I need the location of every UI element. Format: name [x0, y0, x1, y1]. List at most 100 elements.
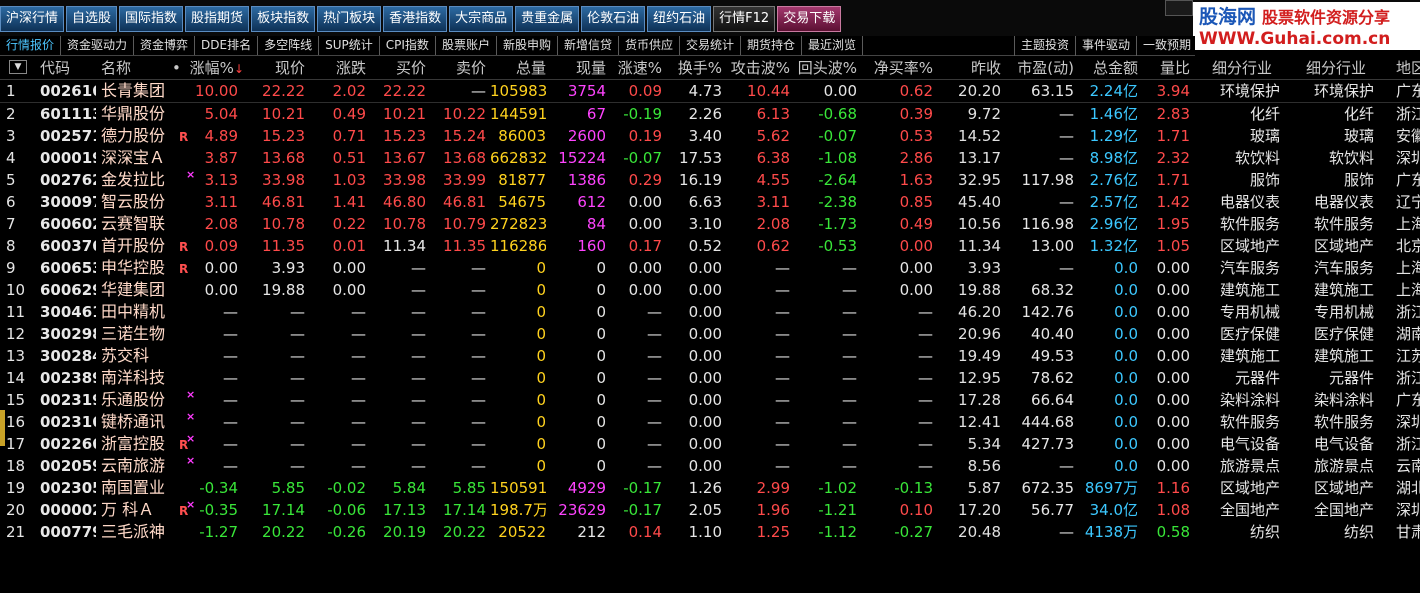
toolbar-button[interactable]: 伦敦石油 — [581, 6, 646, 32]
cell-code[interactable]: 601113 — [40, 103, 96, 125]
tab-item[interactable]: 交易统计 — [680, 36, 742, 55]
table-row[interactable]: 12 300298三诺生物 — — — — — 0 0 — 0.00 — — — 20.96 40.40 0.0… — [0, 323, 1420, 345]
table-row[interactable]: 3002571德力股份R4.8915.230.7115.2315.2486003… — [0, 125, 1420, 147]
table-row[interactable]: 5002762金发拉比×3.1333.981.0333.9833.9981877… — [0, 169, 1420, 191]
cell-code[interactable]: 300461 — [40, 301, 96, 323]
toolbar-button[interactable]: 香港指数 — [383, 6, 448, 32]
side-panel-handle[interactable] — [0, 410, 5, 446]
table-row[interactable]: 13300284苏交科—————00—0.00———19.4949.530.00… — [0, 345, 1420, 367]
cell-name[interactable]: 浙富控股 — [101, 433, 171, 455]
cell-name[interactable]: 长青集团 — [101, 80, 171, 102]
table-row[interactable]: 19002305南国置业-0.345.85-0.025.845.85150591… — [0, 477, 1420, 499]
toolbar-button[interactable]: 大宗商品 — [449, 6, 514, 32]
cell-code[interactable]: 600602 — [40, 213, 96, 235]
cell-code[interactable]: 300097 — [40, 191, 96, 213]
cell-name[interactable]: 云南旅游 — [101, 455, 171, 477]
tab-item[interactable]: 期货持仓 — [741, 36, 803, 55]
column-header[interactable]: • — [172, 57, 184, 79]
table-row[interactable]: 9600653申华控股R0.003.930.00——000.000.00——0.… — [0, 257, 1420, 279]
cell-name[interactable]: 深深宝Ａ — [101, 147, 171, 169]
cell-code[interactable]: 002616 — [40, 80, 96, 102]
cell-code[interactable]: 000019 — [40, 147, 96, 169]
table-row[interactable]: 15002319乐通股份×—————00—0.00———17.2866.640.… — [0, 389, 1420, 411]
cell-code[interactable]: 300298 — [40, 323, 96, 345]
cell-name[interactable]: 德力股份 — [101, 125, 171, 147]
cell-name[interactable]: 键桥通讯 — [101, 411, 171, 433]
table-row[interactable]: 6 300097智云股份 3.11 46.81 1.41 46.80 46.81 54675 6… — [0, 191, 1420, 213]
cell-code[interactable]: 002266 — [40, 433, 96, 455]
column-header[interactable]: 代码 — [40, 57, 96, 79]
cell-name[interactable]: 万 科Ａ — [101, 499, 171, 521]
cell-name[interactable]: 华建集团 — [101, 279, 171, 301]
column-header[interactable]: 市盈(动) — [1006, 57, 1074, 79]
column-header[interactable]: 地区 — [1396, 57, 1420, 79]
cell-code[interactable]: 002059 — [40, 455, 96, 477]
toolbar-button[interactable]: 沪深行情 — [0, 6, 65, 32]
tab-item-right[interactable]: 一致预期 — [1136, 36, 1197, 56]
cell-code[interactable]: 600629 — [40, 279, 96, 301]
toolbar-button[interactable]: 纽约石油 — [647, 6, 712, 32]
column-header[interactable]: 换手% — [668, 57, 722, 79]
tab-item-right[interactable]: 主题投资 — [1014, 36, 1075, 56]
cell-code[interactable]: 002571 — [40, 125, 96, 147]
cell-name[interactable]: 田中精机 — [101, 301, 171, 323]
table-row[interactable]: 8600376首开股份R0.0911.350.0111.3411.3511628… — [0, 235, 1420, 257]
table-row[interactable]: 20000002万 科ＡR×-0.3517.14-0.0617.1317.141… — [0, 499, 1420, 521]
tab-item[interactable]: 行情报价 — [0, 36, 62, 55]
toolbar-button[interactable]: 交易下载 — [777, 6, 842, 32]
tab-item[interactable]: 货币供应 — [619, 36, 680, 55]
cell-code[interactable]: 002305 — [40, 477, 96, 499]
cell-name[interactable]: 乐通股份 — [101, 389, 171, 411]
tab-item[interactable]: DDE排名 — [195, 36, 259, 55]
cell-name[interactable]: 三诺生物 — [101, 323, 171, 345]
cell-name[interactable]: 三毛派神 — [101, 521, 171, 543]
cell-code[interactable]: 002316 — [40, 411, 96, 433]
table-row[interactable]: 10 600629华建集团 0.00 19.88 0.00 — — 0 0 0.00 0.00 — — 0… — [0, 279, 1420, 301]
toolbar-button[interactable]: 板块指数 — [251, 6, 316, 32]
toolbar-button[interactable]: 国际指数 — [119, 6, 184, 32]
table-row[interactable]: 14 002389南洋科技 — — — — — 0 0 — 0.00 — — — 12.95 78.62 0.0… — [0, 367, 1420, 389]
cell-code[interactable]: 002762 — [40, 169, 96, 191]
table-row[interactable]: 16002316键桥通讯×—————00—0.00———12.41444.680… — [0, 411, 1420, 433]
cell-code[interactable]: 600653 — [40, 257, 96, 279]
column-header[interactable]: 现量 — [550, 57, 606, 79]
cell-code[interactable]: 000779 — [40, 521, 96, 543]
table-row[interactable]: 11 300461田中精机 — — — — — 0 0 — 0.00 — — — 46.20 142.76 0.… — [0, 301, 1420, 323]
cell-name[interactable]: 南洋科技 — [101, 367, 171, 389]
column-header[interactable]: 名称 — [101, 57, 171, 79]
table-row[interactable]: 7 600602云赛智联 2.08 10.78 0.22 10.78 10.79272823… — [0, 213, 1420, 235]
column-header[interactable]: 细分行业 — [1306, 57, 1390, 79]
column-header[interactable]: 净买率% — [865, 57, 933, 79]
cell-name[interactable]: 云赛智联 — [101, 213, 171, 235]
tab-item[interactable]: CPI指数 — [380, 36, 436, 55]
window-control[interactable] — [1165, 0, 1193, 16]
column-header[interactable]: 涨速% — [612, 57, 662, 79]
column-header[interactable]: 现价 — [245, 57, 305, 79]
cell-name[interactable]: 智云股份 — [101, 191, 171, 213]
cell-name[interactable]: 金发拉比 — [101, 169, 171, 191]
toolbar-button[interactable]: 贵重金属 — [515, 6, 580, 32]
tab-item[interactable]: 股票账户 — [436, 36, 497, 55]
toolbar-button[interactable]: 行情F12 — [713, 6, 776, 32]
cell-code[interactable]: 600376 — [40, 235, 96, 257]
tab-item[interactable]: 资金驱动力 — [61, 36, 135, 55]
column-header[interactable]: 买价 — [370, 57, 426, 79]
table-row[interactable]: 21 000779三毛派神 -1.27 20.22 -0.26 20.19 20.22 205… — [0, 521, 1420, 543]
cell-name[interactable]: 南国置业 — [101, 477, 171, 499]
column-header[interactable]: 总量 — [490, 57, 546, 79]
column-header[interactable]: 回头波% — [795, 57, 857, 79]
toolbar-button[interactable]: 热门板块 — [317, 6, 382, 32]
toolbar-button[interactable]: 自选股 — [66, 6, 118, 32]
column-header[interactable]: 量比 — [1140, 57, 1190, 79]
tab-item[interactable]: 多空阵线 — [258, 36, 320, 55]
cell-name[interactable]: 华鼎股份 — [101, 103, 171, 125]
tab-item[interactable]: 最近浏览 — [802, 36, 864, 55]
column-header[interactable]: 攻击波% — [728, 57, 790, 79]
column-header[interactable]: 昨收 — [945, 57, 1001, 79]
column-header[interactable]: 卖价 — [432, 57, 486, 79]
tab-item[interactable]: 新增信贷 — [558, 36, 619, 55]
cell-code[interactable]: 002319 — [40, 389, 96, 411]
table-row[interactable]: 4000019深深宝Ａ3.8713.680.5113.6713.68662832… — [0, 147, 1420, 169]
column-menu-dropdown[interactable]: ▼ — [9, 60, 27, 74]
cell-name[interactable]: 苏交科 — [101, 345, 171, 367]
